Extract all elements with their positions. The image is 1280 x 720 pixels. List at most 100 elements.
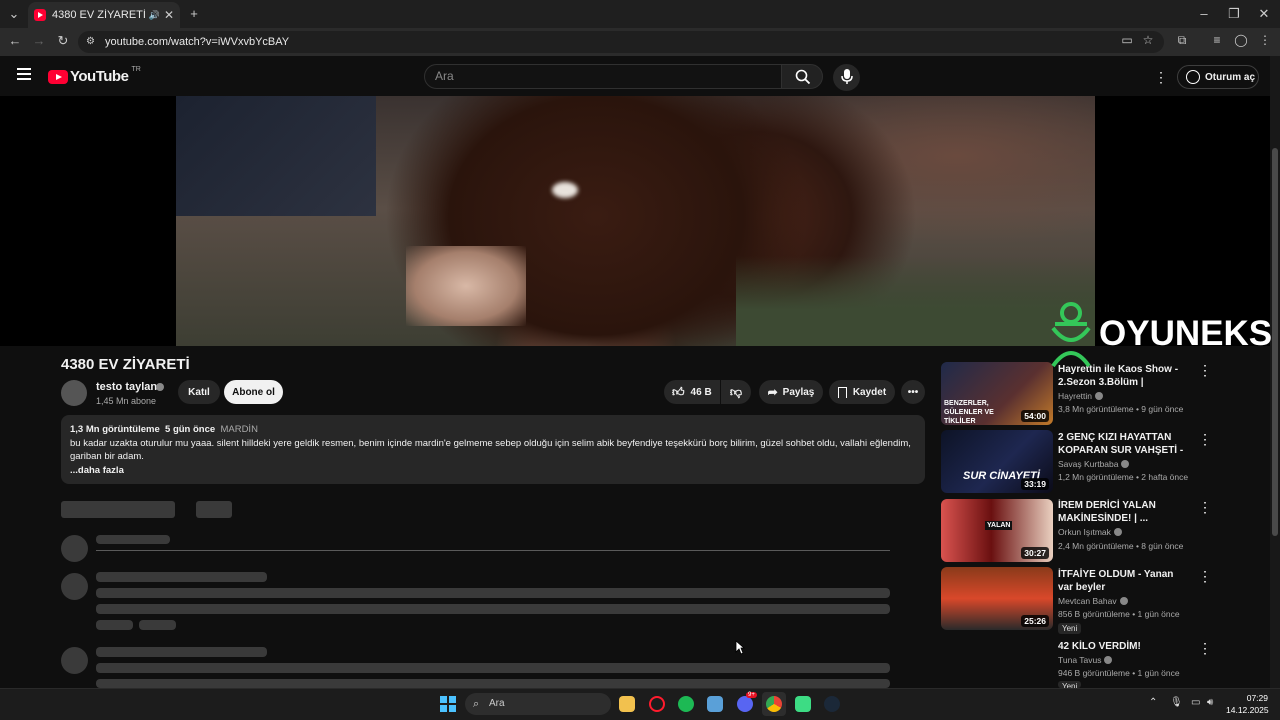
related-channel-name: Savaş Kurtbaba — [1058, 459, 1119, 469]
settings-menu-icon[interactable]: ⋮ — [1154, 69, 1168, 86]
related-channel-name: Hayrettin — [1058, 391, 1093, 401]
related-title[interactable]: 2 GENÇ KIZI HAYATTAN KOPARAN SUR VAHŞETİ… — [1058, 431, 1188, 457]
country-code: TR — [131, 66, 141, 73]
dislike-button[interactable]: 👎︎ — [721, 380, 751, 404]
location-tag[interactable]: MARDİN — [220, 424, 257, 435]
join-button[interactable]: Katıl — [178, 380, 220, 404]
forward-icon[interactable]: → — [30, 33, 48, 48]
signin-label: Oturum aç — [1205, 71, 1256, 83]
bookmark-star-icon[interactable]: ☆ — [1139, 33, 1157, 47]
thumbs-down-icon: 👎︎ — [729, 384, 743, 399]
app-icon[interactable] — [707, 696, 723, 712]
signin-button[interactable]: Oturum aç — [1177, 65, 1259, 89]
minimize-icon[interactable]: – — [1194, 4, 1214, 24]
close-window-icon[interactable]: ✕ — [1254, 4, 1274, 24]
media-control-icon[interactable]: ≡ — [1208, 33, 1226, 47]
channel-name[interactable]: testo taylan — [96, 381, 157, 393]
related-thumbnail[interactable]: BENZERLER, GÜLENLER VE TİKLİLER 54:00 — [941, 362, 1053, 425]
new-tab-icon[interactable]: + — [184, 4, 204, 24]
speaker-icon[interactable]: 🔊 — [149, 10, 160, 21]
browser-tab[interactable]: 4380 EV ZİYARETİ - YouTube 🔊 ✕ — [28, 2, 180, 28]
channel-avatar[interactable] — [61, 380, 87, 406]
close-tab-icon[interactable]: ✕ — [164, 8, 174, 22]
comment-text-skeleton — [96, 588, 890, 598]
clock-time: 07:29 — [1246, 693, 1268, 703]
related-channel[interactable]: Tuna Tavus — [1058, 655, 1113, 665]
mouse-cursor-icon — [735, 640, 745, 655]
youtube-logo[interactable]: YouTube TR — [48, 66, 141, 85]
address-bar[interactable]: ⚙ youtube.com/watch?v=iWVxvbYcBAY — [78, 31, 1164, 53]
thumbnail-text: BENZERLER, GÜLENLER VE TİKLİLER — [944, 400, 994, 425]
voice-search-button[interactable] — [833, 64, 860, 91]
taskbar-clock[interactable]: 07:29 14.12.2025 — [1226, 692, 1269, 716]
opera-icon[interactable] — [649, 696, 665, 712]
description-box[interactable]: 1,3 Mn görüntüleme 5 gün önce MARDİN bu … — [61, 415, 925, 484]
related-channel[interactable]: Orkun Işıtmak — [1058, 527, 1122, 537]
comment-author-skeleton — [96, 647, 267, 657]
reload-icon[interactable]: ↻ — [54, 33, 72, 49]
volume-icon[interactable]: 🔊︎ — [1207, 697, 1213, 708]
related-title[interactable]: İTFAİYE OLDUM - Yanan var beyler — [1058, 568, 1188, 594]
share-button[interactable]: ➦ Paylaş — [759, 380, 823, 404]
steam-icon[interactable] — [824, 696, 840, 712]
comment-input-skeleton — [96, 535, 170, 544]
more-actions-button[interactable]: ••• — [901, 380, 925, 404]
tray-chevron-icon[interactable]: ⌃ — [1149, 697, 1157, 708]
cast-icon[interactable]: ▭ — [1118, 33, 1136, 47]
like-button[interactable]: 👍︎ 46 B — [664, 380, 720, 404]
related-meta: 946 B görüntüleme • 1 gün önce — [1058, 668, 1180, 678]
save-label: Kaydet — [852, 386, 887, 398]
network-icon[interactable]: ▭ — [1191, 697, 1200, 708]
related-channel[interactable]: Hayrettin — [1058, 391, 1104, 401]
share-icon: ➦ — [767, 385, 778, 399]
tab-title: 4380 EV ZİYARETİ - YouTube — [52, 9, 147, 21]
android-app-icon[interactable] — [795, 696, 811, 712]
site-info-icon[interactable]: ⚙ — [86, 31, 95, 53]
video-player[interactable] — [176, 96, 1095, 346]
tab-search-icon[interactable]: ⌄ — [4, 4, 24, 24]
youtube-favicon-icon — [34, 9, 46, 21]
file-explorer-icon[interactable] — [619, 696, 635, 712]
discord-icon[interactable]: 9+ — [737, 692, 757, 712]
related-menu-icon[interactable]: ⋮ — [1198, 499, 1212, 516]
related-title[interactable]: 42 KİLO VERDİM! — [1058, 640, 1188, 653]
related-menu-icon[interactable]: ⋮ — [1198, 640, 1212, 657]
hamburger-menu-icon[interactable] — [17, 68, 31, 80]
extensions-icon[interactable]: ⧉ — [1173, 33, 1191, 48]
related-title[interactable]: İREM DERİCİ YALAN MAKİNESİNDE! | ... — [1058, 499, 1188, 525]
related-menu-icon[interactable]: ⋮ — [1198, 568, 1212, 585]
new-badge: Yeni — [1058, 623, 1082, 634]
subscribe-button[interactable]: Abone ol — [224, 380, 283, 404]
comment-text-skeleton — [96, 679, 890, 688]
restore-icon[interactable]: ❐ — [1224, 4, 1244, 24]
related-meta: 856 B görüntüleme • 1 gün önce — [1058, 609, 1180, 619]
windows-start-icon[interactable] — [440, 696, 456, 712]
comment-avatar-skeleton — [61, 573, 88, 600]
search-button[interactable] — [781, 64, 823, 89]
spotify-icon[interactable] — [678, 696, 694, 712]
scrollbar-thumb[interactable] — [1272, 148, 1278, 536]
video-duration: 25:26 — [1021, 615, 1049, 627]
related-channel[interactable]: Savaş Kurtbaba — [1058, 459, 1130, 469]
sort-skeleton — [196, 501, 232, 518]
related-thumbnail[interactable]: SUR CİNAYETİ 33:19 — [941, 430, 1053, 493]
search-input[interactable]: Ara — [424, 64, 782, 89]
microphone-icon — [841, 69, 853, 84]
chrome-icon[interactable] — [766, 696, 782, 712]
related-thumbnail[interactable]: 25:26 — [941, 567, 1053, 630]
related-meta: 3,8 Mn görüntüleme • 9 gün önce — [1058, 404, 1184, 414]
related-channel[interactable]: Mevtcan Bahav — [1058, 596, 1128, 606]
related-channel-name: Tuna Tavus — [1058, 655, 1102, 665]
save-button[interactable]: Kaydet — [829, 380, 895, 404]
back-icon[interactable]: ← — [6, 33, 24, 48]
browser-menu-icon[interactable]: ⋮ — [1256, 33, 1274, 47]
show-more-button[interactable]: ...daha fazla — [70, 464, 916, 478]
microphone-tray-icon[interactable]: 🎙︎ — [1170, 697, 1183, 708]
related-thumbnail[interactable]: YALAN 30:27 — [941, 499, 1053, 562]
clock-date: 14.12.2025 — [1226, 705, 1269, 715]
related-meta: 2,4 Mn görüntüleme • 8 gün önce — [1058, 541, 1184, 551]
video-frame-region — [176, 96, 376, 216]
related-menu-icon[interactable]: ⋮ — [1198, 431, 1212, 448]
profile-icon[interactable]: ◯ — [1232, 33, 1250, 47]
taskbar-search[interactable]: ⌕ Ara — [465, 693, 611, 715]
